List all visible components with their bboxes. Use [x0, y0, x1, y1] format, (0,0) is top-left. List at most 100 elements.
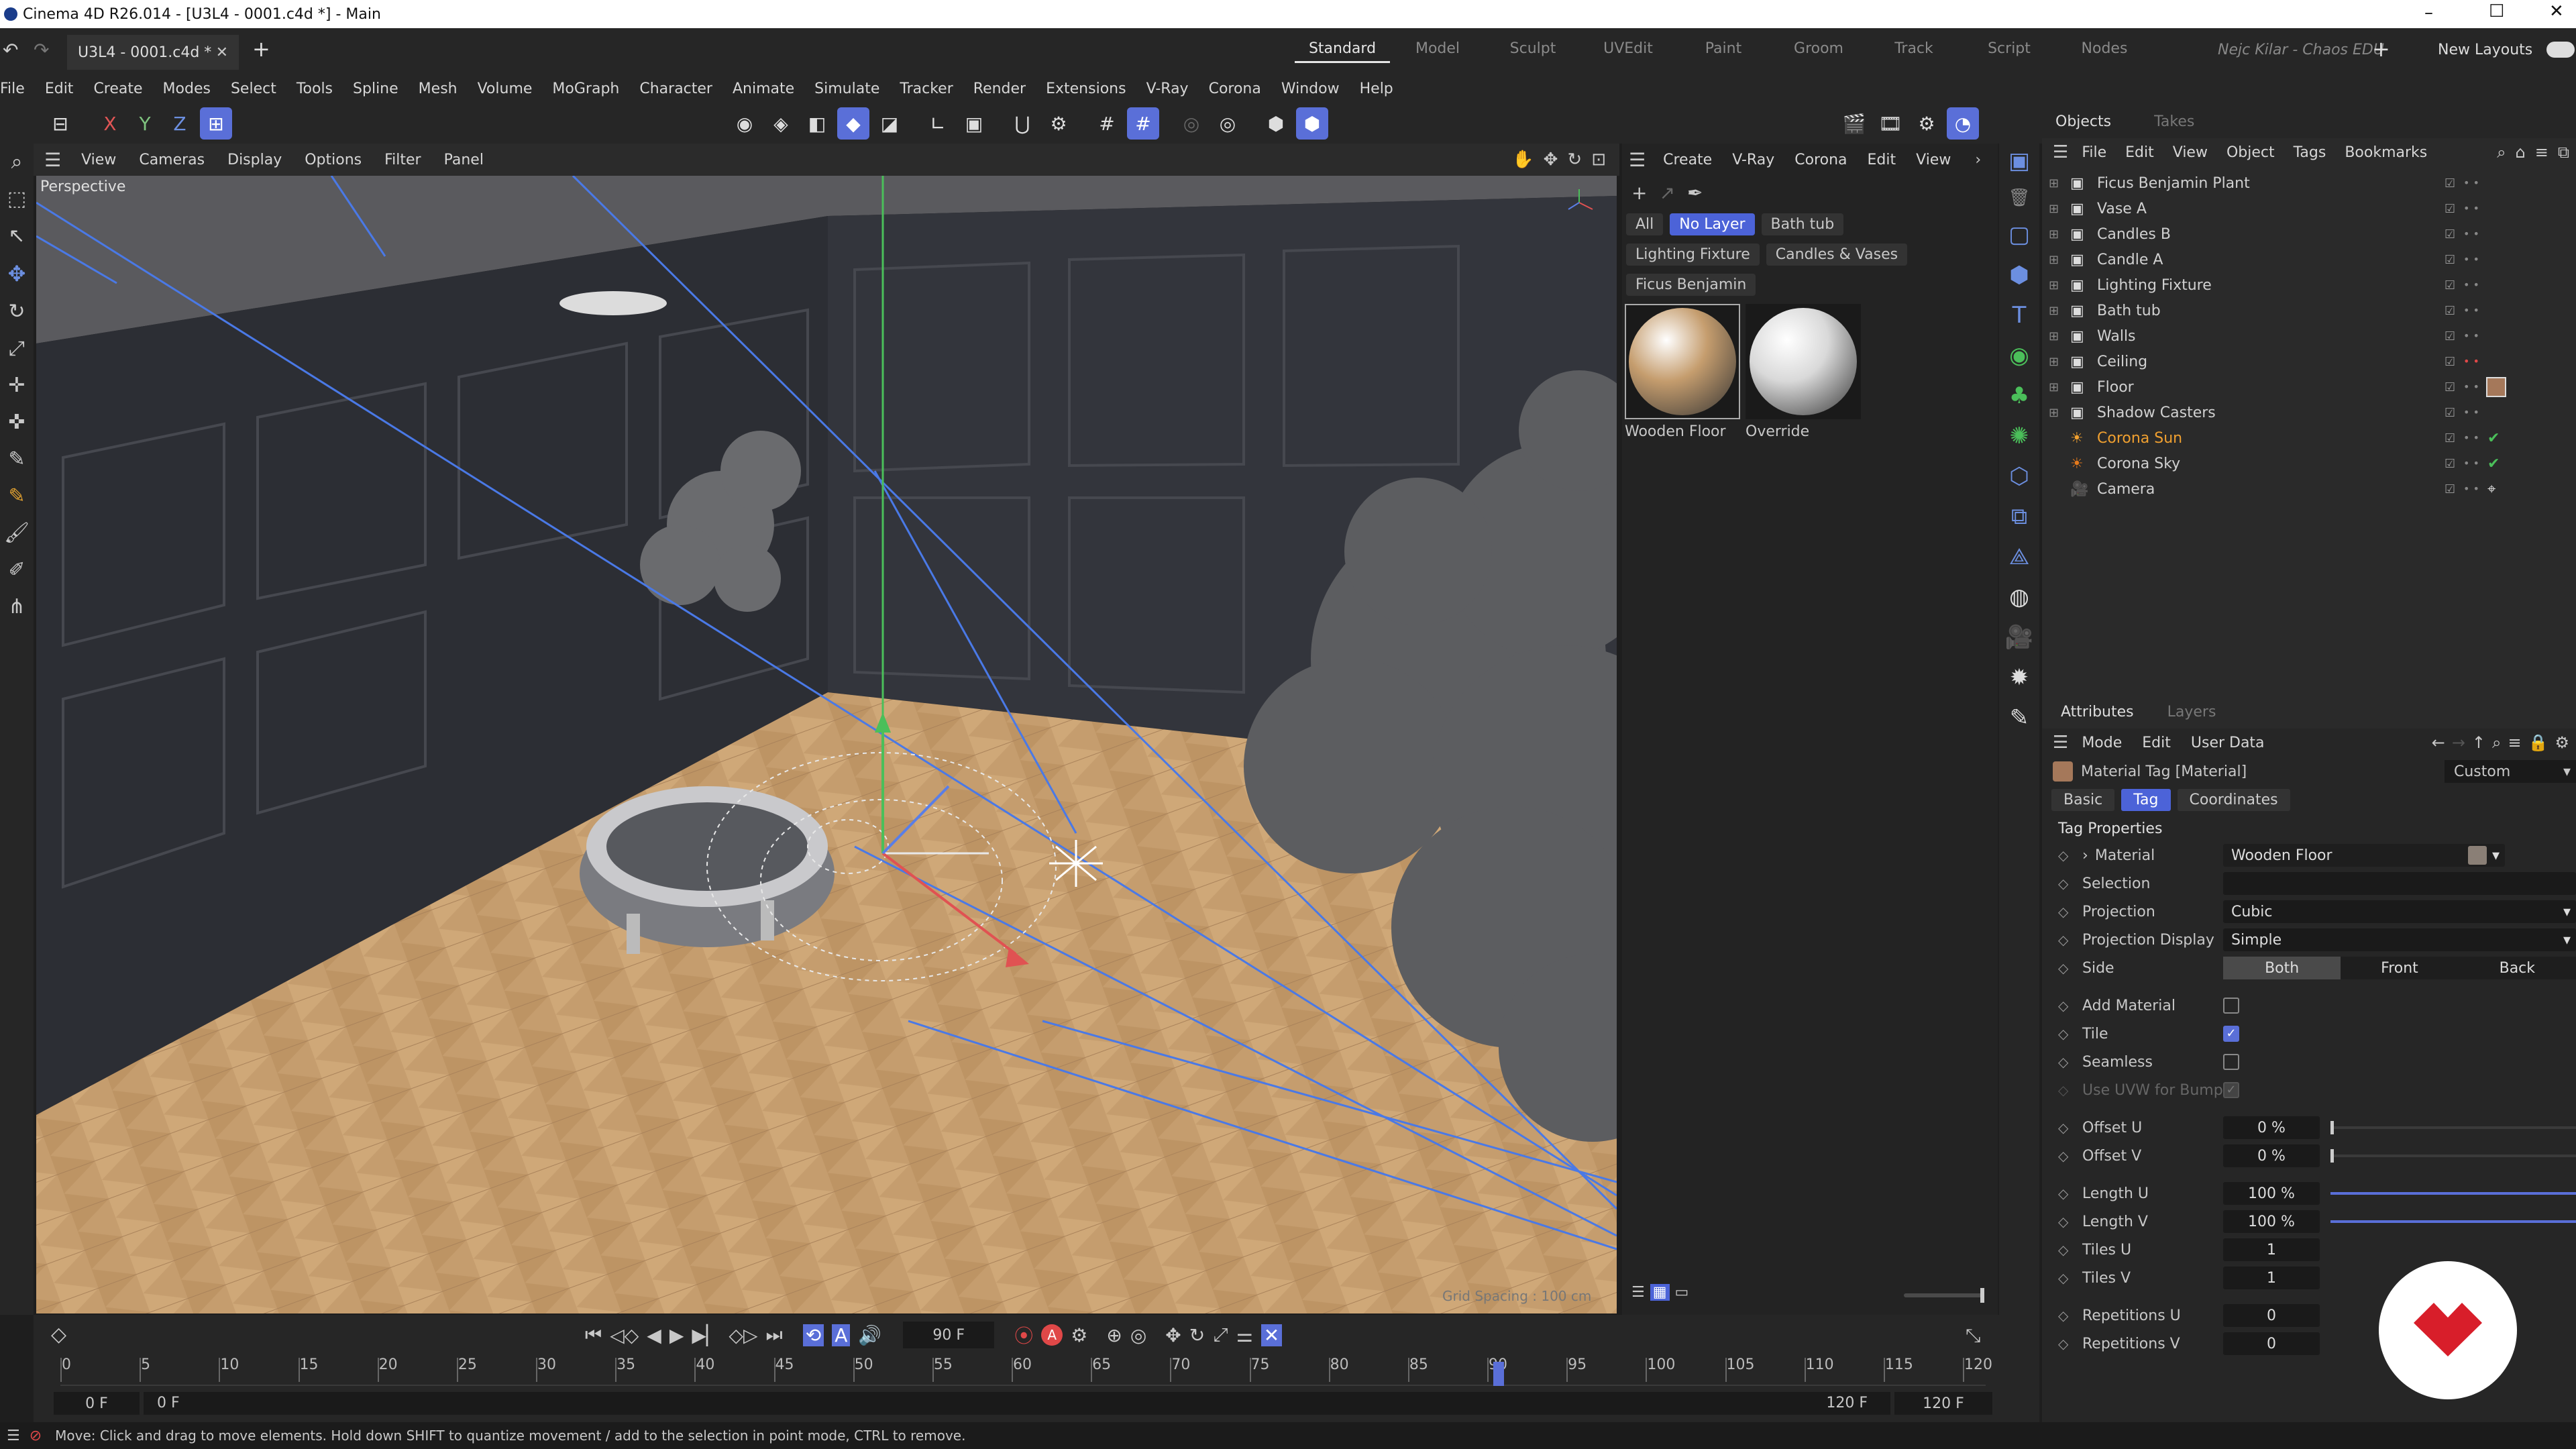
- length-u-field[interactable]: 100 %: [2223, 1182, 2320, 1205]
- tab-objects[interactable]: Objects: [2055, 113, 2111, 130]
- filter-no-layer[interactable]: No Layer: [1670, 213, 1755, 235]
- primitive-icon[interactable]: ⬢: [2009, 262, 2029, 288]
- side-option-both[interactable]: Both: [2223, 957, 2341, 979]
- tab-takes[interactable]: Takes: [2154, 113, 2194, 130]
- render-dots-icon[interactable]: • •: [2463, 254, 2479, 265]
- undo-icon[interactable]: ↶: [3, 39, 18, 61]
- snap-icon[interactable]: ⋃: [1006, 107, 1038, 140]
- record-icon[interactable]: ⦿: [1014, 1322, 1033, 1348]
- menu-modes[interactable]: Modes: [163, 80, 211, 97]
- workplane-icon[interactable]: #: [1127, 107, 1159, 140]
- visibility-toggle-icon[interactable]: ☑: [2445, 406, 2455, 420]
- selection-field[interactable]: [2223, 872, 2576, 895]
- close-tab-icon[interactable]: ✕: [216, 44, 228, 61]
- keyframe-icon[interactable]: ◇: [2058, 932, 2068, 948]
- object-menu-file[interactable]: File: [2082, 144, 2106, 161]
- expand-icon[interactable]: ⊞: [2049, 202, 2059, 216]
- check-icon[interactable]: ✔: [2487, 455, 2500, 472]
- add-material-icon[interactable]: +: [1631, 182, 1647, 204]
- maximize-icon[interactable]: ☐: [2489, 1, 2504, 21]
- expand-icon[interactable]: ⊞: [2049, 253, 2059, 267]
- search-icon[interactable]: ⌕: [2492, 733, 2501, 752]
- side-option-back[interactable]: Back: [2459, 957, 2576, 979]
- pen-tool-icon[interactable]: ✎: [8, 447, 25, 471]
- preview-end-field[interactable]: 120 F: [1894, 1392, 1992, 1415]
- forward-icon[interactable]: →: [2452, 733, 2465, 752]
- new-layouts-button[interactable]: New Layouts: [2438, 42, 2532, 58]
- motion-icon[interactable]: ⊕: [1106, 1324, 1122, 1346]
- range-bar[interactable]: 0 F 120 F: [144, 1392, 1890, 1415]
- expand-icon[interactable]: ⊞: [2049, 355, 2059, 369]
- chevron-down-icon[interactable]: ▾: [2492, 847, 2500, 864]
- corona-ipr-icon[interactable]: ◔: [1947, 107, 1979, 140]
- render-dots-icon[interactable]: • •: [2463, 484, 2479, 494]
- attribute-menu-user-data[interactable]: User Data: [2191, 735, 2265, 751]
- object-row-candles-b[interactable]: ⊞ ▣ Candles B ☑ • •: [2042, 221, 2576, 247]
- settings-icon[interactable]: ⚙: [2555, 733, 2569, 752]
- material-menu-create[interactable]: Create: [1663, 152, 1712, 168]
- visibility-toggle-icon[interactable]: ☑: [2445, 176, 2455, 191]
- prev-frame-icon[interactable]: ◀: [647, 1324, 661, 1346]
- repetitions-v-field[interactable]: 0: [2223, 1332, 2320, 1355]
- render-dots-icon[interactable]: • •: [2463, 433, 2479, 443]
- swatch-size-slider[interactable]: [1904, 1288, 1984, 1303]
- filter-candles-vases[interactable]: Candles & Vases: [1766, 244, 1908, 266]
- object-row-corona-sun[interactable]: ☀ Corona Sun ☑ • • ✔: [2042, 425, 2576, 451]
- layout-tab-track[interactable]: Track: [1866, 40, 1962, 63]
- document-tab[interactable]: U3L4 - 0001.c4d * ✕: [67, 35, 239, 70]
- timeline-graph-icon[interactable]: ⤡: [1966, 1324, 1980, 1347]
- eyedropper-icon[interactable]: ✒: [1687, 182, 1703, 204]
- filter-all[interactable]: All: [1626, 213, 1664, 235]
- material-swatch[interactable]: Wooden Floor: [1625, 304, 1740, 440]
- object-row-ceiling[interactable]: ⊞ ▣ Ceiling ☑ • •: [2042, 349, 2576, 374]
- viewport-menu-options[interactable]: Options: [305, 152, 362, 168]
- render-dots-icon[interactable]: • •: [2463, 458, 2479, 469]
- rotate-tool-icon[interactable]: ↻: [8, 300, 25, 323]
- visibility-toggle-icon[interactable]: ☑: [2445, 202, 2455, 216]
- layout-tab-sculpt[interactable]: Sculpt: [1485, 40, 1580, 63]
- light-icon[interactable]: ✹: [2010, 664, 2029, 691]
- go-to-start-icon[interactable]: ⏮: [585, 1324, 602, 1346]
- material-menu-edit[interactable]: Edit: [1868, 152, 1896, 168]
- offset-v-field[interactable]: 0 %: [2223, 1144, 2320, 1167]
- playhead[interactable]: [1493, 1362, 1504, 1386]
- key-scale-icon[interactable]: ⤢: [1213, 1324, 1228, 1346]
- object-row-floor[interactable]: ⊞ ▣ Floor ☑ • •: [2042, 374, 2576, 400]
- material-swatch[interactable]: Override: [1746, 304, 1861, 440]
- environment-icon[interactable]: ◍: [2009, 584, 2029, 610]
- play-icon[interactable]: ▶: [669, 1324, 684, 1346]
- render-dots-icon[interactable]: • •: [2463, 229, 2479, 239]
- link-icon[interactable]: ↗: [1659, 182, 1674, 204]
- seamless-checkbox[interactable]: [2223, 1054, 2239, 1070]
- side-option-front[interactable]: Front: [2341, 957, 2458, 979]
- render-dots-icon[interactable]: • •: [2463, 280, 2479, 290]
- projection-display-dropdown[interactable]: Simple ▾: [2223, 928, 2576, 951]
- visibility-toggle-icon[interactable]: ☑: [2445, 227, 2455, 241]
- material-field[interactable]: Wooden Floor ▾: [2223, 844, 2505, 867]
- snap-settings-icon[interactable]: ⚙: [1042, 107, 1075, 140]
- filter-icon[interactable]: ≡: [2535, 143, 2548, 162]
- status-menu-icon[interactable]: ☰: [7, 1428, 20, 1444]
- menu-help[interactable]: Help: [1360, 80, 1393, 97]
- object-row-vase-a[interactable]: ⊞ ▣ Vase A ☑ • •: [2042, 196, 2576, 221]
- subtab-basic[interactable]: Basic: [2051, 789, 2115, 811]
- search-icon[interactable]: ⌕: [2497, 143, 2506, 162]
- large-view-icon[interactable]: ▭: [1675, 1284, 1689, 1301]
- keyframe-icon[interactable]: ◇: [2058, 1270, 2068, 1286]
- interactive-render-icon[interactable]: ◎: [1212, 107, 1244, 140]
- create-tool-icon[interactable]: ✜: [8, 411, 25, 434]
- tiles-u-field[interactable]: 1: [2223, 1238, 2320, 1261]
- object-menu-object[interactable]: Object: [2226, 144, 2275, 161]
- sound-icon[interactable]: 🔊: [858, 1324, 881, 1346]
- menu-mograph[interactable]: MoGraph: [552, 80, 619, 97]
- menu-volume[interactable]: Volume: [478, 80, 533, 97]
- keyframe-icon[interactable]: ◇: [2058, 1242, 2068, 1258]
- reset-icon[interactable]: ⊟: [44, 107, 76, 140]
- key-pla-icon[interactable]: ✕: [1260, 1324, 1283, 1346]
- repetitions-u-field[interactable]: 0: [2223, 1304, 2320, 1327]
- select-tool-icon[interactable]: ⬚: [7, 187, 26, 211]
- autokey-icon[interactable]: A: [1041, 1324, 1063, 1346]
- keyframe-icon[interactable]: ◇: [2058, 1307, 2068, 1324]
- render-region-icon[interactable]: ◎: [1175, 107, 1208, 140]
- visibility-toggle-icon[interactable]: ☑: [2445, 355, 2455, 369]
